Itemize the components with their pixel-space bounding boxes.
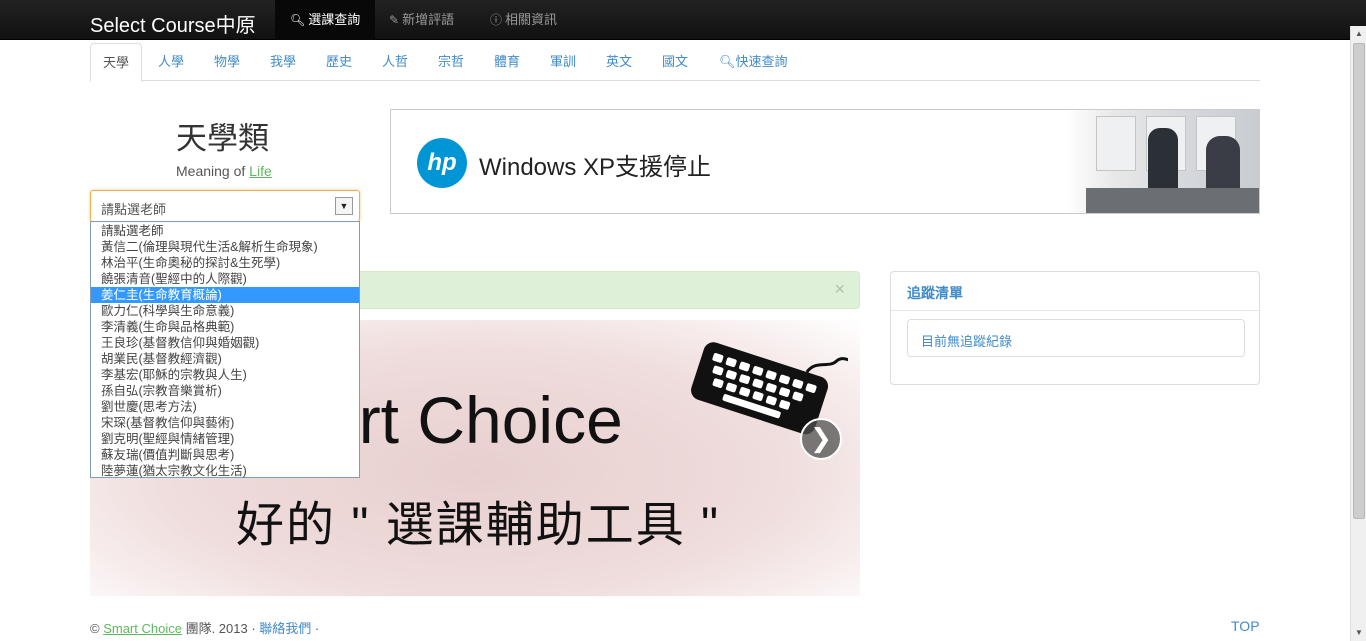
info-icon: ⓘ [490,13,503,27]
teacher-option[interactable]: 陸夢蓮(猶太宗教文化生活) [91,463,359,479]
category-meaning: Meaning of Life [176,163,272,179]
ad-banner[interactable]: hp Windows XP支援停止 [390,109,1260,214]
tab-history[interactable]: 歷史 [314,43,364,81]
footer-dot: · [311,621,320,636]
nav-related-info[interactable]: ⓘ 相關資訊 [475,0,572,40]
teacher-option[interactable]: 王良珍(基督教信仰與婚姻觀) [91,335,359,351]
teacher-option[interactable]: 請點選老師 [91,223,359,239]
page-scrollbar[interactable]: ▲ ▼ [1350,26,1366,641]
category-tabs: 天學 人學 物學 我學 歷史 人哲 宗哲 體育 軍訓 英文 國文 🔍︎快速查詢 [90,43,1260,82]
footer-brand-link[interactable]: Smart Choice [103,621,182,636]
tab-english[interactable]: 英文 [594,43,644,81]
tracking-heading: 追蹤清單 [907,285,963,301]
tab-chinese[interactable]: 國文 [650,43,700,81]
ad-text: Windows XP支援停止 [479,154,712,181]
teacher-option[interactable]: 宋琛(基督教信仰與藝術) [91,415,359,431]
top-navbar: Select Course中原 🔍︎ 選課查詢 ✎ 新增評語 ⓘ 相關資訊 [0,0,1366,40]
nav-course-search[interactable]: 🔍︎ 選課查詢 [275,0,376,40]
scroll-up-icon[interactable]: ▲ [1351,26,1366,42]
nav-add-review[interactable]: ✎ 新增評語 [374,0,469,40]
scroll-thumb[interactable] [1353,43,1365,519]
tab-tianxue[interactable]: 天學 [90,43,143,82]
teacher-option[interactable]: 蘇友瑞(價值判斷與思考) [91,447,359,463]
teacher-option[interactable]: 歐力仁(科學與生命意義) [91,303,359,319]
teacher-option[interactable]: 李基宏(耶穌的宗教與人生) [91,367,359,383]
contact-link[interactable]: 聯絡我們 [259,621,311,636]
meaning-prefix: Meaning of [176,163,250,179]
banner-title: art Choice [322,383,623,457]
tab-label: 快速查詢 [735,54,788,69]
teacher-option[interactable]: 李清義(生命與品格典範) [91,319,359,335]
teacher-select-value: 請點選老師 [101,202,167,217]
hp-logo: hp [417,138,467,188]
teacher-option[interactable]: 黃信二(倫理與現代生活&解析生命現象) [91,239,359,255]
ad-photo-window [1096,116,1136,171]
tracking-empty-text: 目前無追蹤紀錄 [921,334,1013,349]
ad-photo-desk [1086,188,1259,213]
tab-renxue[interactable]: 人學 [146,43,196,81]
tracking-list-item[interactable]: 目前無追蹤紀錄 [907,319,1245,357]
tab-philosophy[interactable]: 人哲 [370,43,420,81]
teacher-options-list[interactable]: 請點選老師 黃信二(倫理與現代生活&解析生命現象) 林治平(生命奧秘的探討&生死學)… [90,221,360,478]
tracking-panel: 追蹤清單 目前無追蹤紀錄 [890,271,1260,385]
footer: © Smart Choice 團隊. 2013 · 聯絡我們 · [90,618,319,637]
tab-quick-search[interactable]: 🔍︎快速查詢 [707,43,800,81]
banner-subtitle: 好的 " 選課輔助工具 " [236,499,721,552]
teacher-option[interactable]: 劉克明(聖經與情緒管理) [91,431,359,447]
divider [891,310,1259,311]
teacher-option[interactable]: 林治平(生命奧秘的探討&生死學) [91,255,359,271]
nav-label: 新增評語 [402,12,455,27]
copyright-symbol: © [90,621,104,636]
pencil-icon: ✎ [389,13,400,27]
teacher-option[interactable]: 胡業民(基督教經濟觀) [91,351,359,367]
ad-photo [1066,110,1259,213]
teacher-option[interactable]: 饒張清音(聖經中的人際觀) [91,271,359,287]
chevron-down-icon[interactable]: ▼ [335,197,353,215]
scroll-down-icon[interactable]: ▼ [1351,625,1366,641]
back-to-top-link[interactable]: TOP [1231,618,1260,634]
nav-label: 選課查詢 [308,12,361,27]
tab-religion[interactable]: 宗哲 [426,43,476,81]
carousel-next-icon[interactable]: ❯ [800,418,842,460]
teacher-option[interactable]: 劉世慶(思考方法) [91,399,359,415]
nav-label: 相關資訊 [505,12,558,27]
tab-pe[interactable]: 體育 [482,43,532,81]
search-icon: 🔍︎ [719,54,736,69]
tab-military[interactable]: 軍訓 [538,43,588,81]
close-icon[interactable]: × [834,279,845,300]
footer-text: 團隊. 2013 · [181,621,260,636]
category-title: 天學類 [176,121,269,157]
meaning-link[interactable]: Life [249,163,272,179]
brand-logo[interactable]: Select Course中原 [90,9,256,38]
search-icon: 🔍︎ [290,13,306,27]
teacher-option[interactable]: 孫自弘(宗教音樂賞析) [91,383,359,399]
teacher-option[interactable]: 姜仁圭(生命教育概論) [91,287,359,303]
tab-wuxue[interactable]: 物學 [202,43,252,81]
teacher-select[interactable]: 請點選老師 ▼ [90,190,360,222]
tab-woxue[interactable]: 我學 [258,43,308,81]
